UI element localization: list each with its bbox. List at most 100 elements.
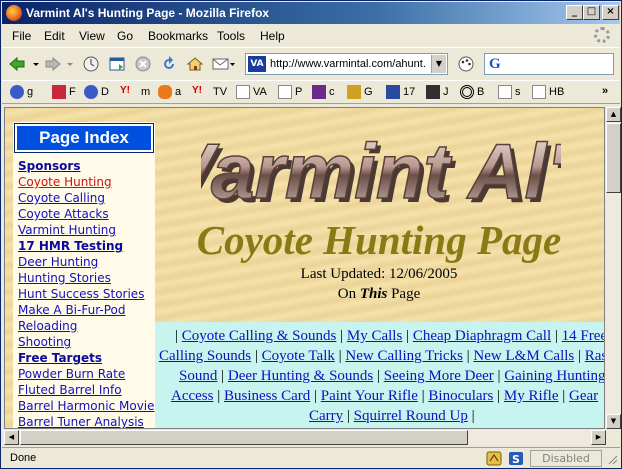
close-button[interactable]: × xyxy=(602,5,619,20)
bookmark-item[interactable]: g xyxy=(10,85,33,101)
sidebar-link[interactable]: 17 HMR Testing xyxy=(18,238,158,254)
page-section-link[interactable]: Sound xyxy=(179,368,217,384)
sidebar-link[interactable]: Fluted Barrel Info xyxy=(18,382,158,398)
menu-help[interactable]: Help xyxy=(260,29,285,43)
sidebar-link[interactable]: Coyote Attacks xyxy=(18,206,158,222)
extension-status-icon[interactable] xyxy=(486,451,502,466)
bookmark-item[interactable]: D xyxy=(84,85,109,101)
sidebar-link[interactable]: Barrel Tuner Analysis xyxy=(18,414,158,428)
sidebar-link[interactable]: Barrel Harmonic Movie xyxy=(18,398,158,414)
resize-grip-icon[interactable] xyxy=(606,453,618,465)
page-section-link[interactable]: Gaining Hunting xyxy=(504,368,604,384)
home-icon[interactable] xyxy=(186,55,204,73)
page-section-link[interactable]: Binoculars xyxy=(428,388,493,404)
stop-icon[interactable] xyxy=(134,55,152,73)
sidebar-link[interactable]: Varmint Hunting xyxy=(18,222,158,238)
page-section-link[interactable]: My Rifle xyxy=(504,388,559,404)
menu-go[interactable]: Go xyxy=(117,29,133,43)
scroll-right-icon[interactable]: ▶ xyxy=(591,430,606,445)
back-dropdown-icon[interactable] xyxy=(32,55,40,73)
page-section-link[interactable]: Ras xyxy=(585,348,604,364)
url-bar[interactable]: VA ▼ xyxy=(245,53,448,75)
scroll-down-icon[interactable]: ▼ xyxy=(606,414,621,429)
bookmark-item[interactable]: HB xyxy=(532,85,564,101)
page-section-link[interactable]: Deer Hunting & Sounds xyxy=(228,368,373,384)
link-separator: | xyxy=(462,348,474,364)
history-icon[interactable] xyxy=(82,55,100,73)
page-section-link[interactable]: Gear xyxy=(569,388,598,404)
sidebar-link[interactable]: Free Targets xyxy=(18,350,158,366)
title-bar[interactable]: Varmint Al's Hunting Page - Mozilla Fire… xyxy=(2,2,620,24)
photo-icon xyxy=(312,85,326,99)
bookmark-item[interactable]: F xyxy=(52,85,76,101)
page-viewport[interactable]: Page Index Sponsors Coyote Hunting Coyote … xyxy=(4,107,605,429)
bookmark-item[interactable]: s xyxy=(498,85,521,101)
page-section-link[interactable]: Business Card xyxy=(224,388,310,404)
minimize-button[interactable]: _ xyxy=(566,5,583,20)
forward-icon[interactable] xyxy=(44,55,62,73)
palette-icon[interactable] xyxy=(457,55,475,73)
menu-bookmarks[interactable]: Bookmarks xyxy=(148,29,208,43)
sidebar-link[interactable]: Powder Burn Rate xyxy=(18,366,158,382)
bookmark-item[interactable]: VA xyxy=(236,85,267,101)
back-icon[interactable] xyxy=(8,55,26,73)
mail-icon[interactable] xyxy=(212,55,236,73)
sidebar-link[interactable]: Hunt Success Stories xyxy=(18,286,158,302)
menu-file[interactable]: File xyxy=(12,29,31,43)
forward-dropdown-icon[interactable] xyxy=(66,55,74,73)
page-section-link[interactable]: Access xyxy=(171,388,213,404)
checkmark-icon xyxy=(386,85,400,99)
page-section-link[interactable]: Carry xyxy=(309,408,343,424)
menu-edit[interactable]: Edit xyxy=(44,29,65,43)
page-section-link[interactable]: Coyote Talk xyxy=(262,348,335,364)
link-separator: | xyxy=(336,328,347,344)
sidebar-link[interactable]: Deer Hunting xyxy=(18,254,158,270)
bookmarks-overflow-icon[interactable]: » xyxy=(602,85,608,101)
sidebar-link[interactable]: Sponsors xyxy=(18,158,158,174)
page-section-link[interactable]: My Calls xyxy=(347,328,402,344)
menu-view[interactable]: View xyxy=(79,29,105,43)
bookmark-item[interactable]: 17 xyxy=(386,85,415,101)
bookmark-item[interactable]: a xyxy=(158,85,181,101)
vertical-scroll-thumb[interactable] xyxy=(606,123,621,193)
bookmark-item[interactable]: G xyxy=(347,85,373,101)
page-section-link[interactable]: Seeing More Deer xyxy=(384,368,494,384)
page-section-link[interactable]: Coyote Calling & Sounds xyxy=(182,328,337,344)
sidebar-link[interactable]: Reloading xyxy=(18,318,158,334)
bookmark-item[interactable]: B xyxy=(460,85,484,101)
page-section-link[interactable]: New Calling Tricks xyxy=(345,348,463,364)
page-section-link[interactable]: Squirrel Round Up xyxy=(354,408,468,424)
bookmark-item[interactable]: Y! TV xyxy=(192,85,227,101)
scroll-up-icon[interactable]: ▲ xyxy=(606,107,621,122)
reload-icon[interactable] xyxy=(160,55,178,73)
horizontal-scroll-thumb[interactable] xyxy=(20,430,468,445)
page-section-link[interactable]: New L&M Calls xyxy=(473,348,574,364)
page-section-link[interactable]: Paint Your Rifle xyxy=(321,388,418,404)
link-line: Sound | Deer Hunting & Sounds | Seeing M… xyxy=(179,366,604,386)
star-badge-icon xyxy=(52,85,66,99)
bookmark-item[interactable]: P xyxy=(278,85,302,101)
bookmark-item[interactable]: Y! m xyxy=(120,85,150,101)
svg-text:Varmint Al's: Varmint Al's xyxy=(201,127,561,214)
horizontal-scrollbar[interactable]: ◀ ▶ xyxy=(4,430,606,445)
page-section-link[interactable]: Cheap Diaphragm Call xyxy=(413,328,551,344)
bookmark-item[interactable]: J xyxy=(426,85,449,101)
sidebar-link[interactable]: Shooting xyxy=(18,334,158,350)
sidebar-link[interactable]: Make A Bi-Fur-Pod xyxy=(18,302,158,318)
sidebar-link[interactable]: Coyote Calling xyxy=(18,190,158,206)
s-status-icon[interactable]: S xyxy=(508,451,524,466)
menu-tools[interactable]: Tools xyxy=(217,29,245,43)
url-input[interactable] xyxy=(270,56,430,72)
page-section-link[interactable]: 14 Free xyxy=(562,328,604,344)
new-tab-icon[interactable] xyxy=(108,55,126,73)
sidebar-link[interactable]: Hunting Stories xyxy=(18,270,158,286)
bookmark-item[interactable]: c xyxy=(312,85,335,101)
scroll-left-icon[interactable]: ◀ xyxy=(4,430,19,445)
vertical-scrollbar[interactable]: ▲ ▼ xyxy=(606,107,621,429)
url-dropdown-icon[interactable]: ▼ xyxy=(431,55,446,73)
search-box[interactable]: G xyxy=(484,53,614,75)
sidebar-link[interactable]: Coyote Hunting xyxy=(18,174,158,190)
maximize-button[interactable]: □ xyxy=(583,5,600,20)
page-section-link[interactable]: Calling Sounds xyxy=(159,348,251,364)
wolf-icon xyxy=(426,85,440,99)
